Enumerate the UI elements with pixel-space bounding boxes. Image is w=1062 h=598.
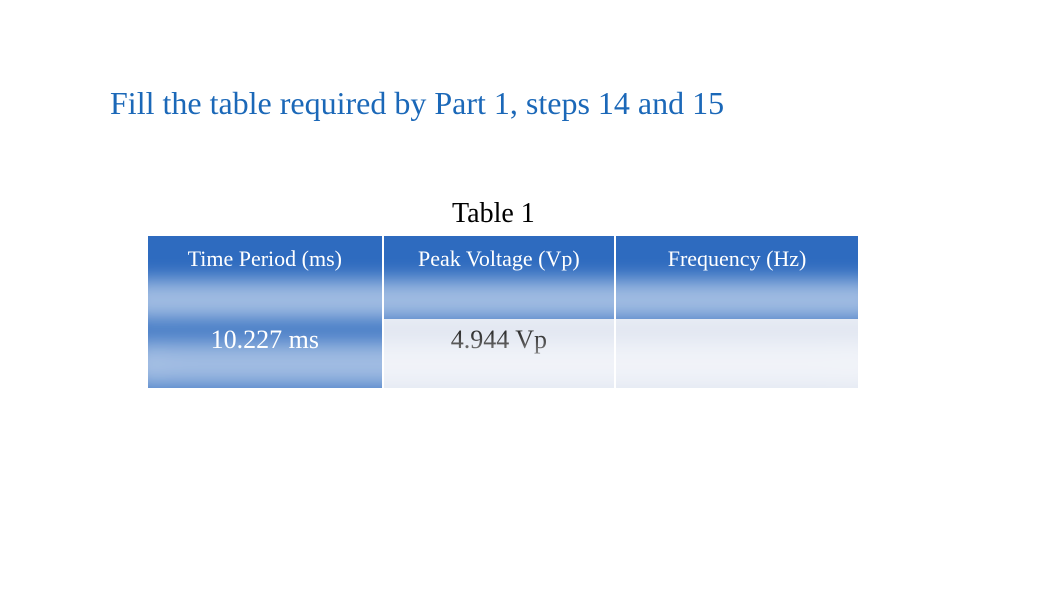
data-table: Time Period (ms) Peak Voltage (Vp) Frequ… xyxy=(148,236,858,388)
table-header-row: Time Period (ms) Peak Voltage (Vp) Frequ… xyxy=(148,236,858,319)
cell-peak-voltage: 4.944 Vp xyxy=(384,319,617,388)
col-header-time-period: Time Period (ms) xyxy=(148,236,384,319)
col-header-frequency: Frequency (Hz) xyxy=(616,236,858,319)
cell-time-period: 10.227 ms xyxy=(148,319,384,388)
col-header-peak-voltage: Peak Voltage (Vp) xyxy=(384,236,617,319)
table-caption: Table 1 xyxy=(452,198,535,230)
cell-frequency xyxy=(616,319,858,388)
table-row: 10.227 ms 4.944 Vp xyxy=(148,319,858,388)
page-heading: Fill the table required by Part 1, steps… xyxy=(110,85,724,122)
